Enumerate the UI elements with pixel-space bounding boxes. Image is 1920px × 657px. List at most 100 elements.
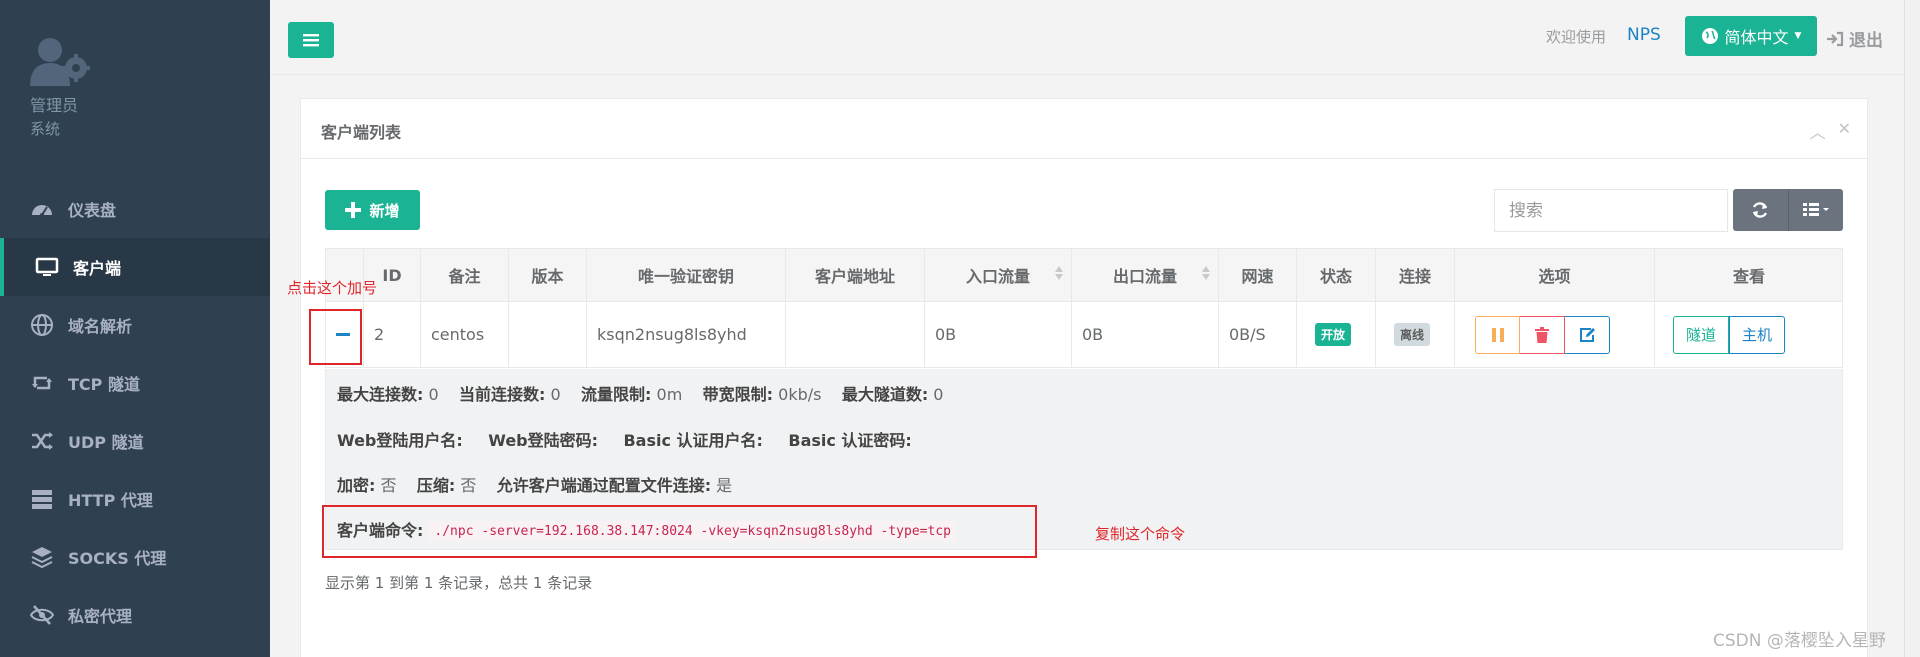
sidebar-item-domain[interactable]: 域名解析 <box>0 296 270 354</box>
pause-icon <box>1491 327 1504 342</box>
sidebar-item-label: 仪表盘 <box>68 201 117 220</box>
view-host-button[interactable]: 主机 <box>1729 315 1786 354</box>
col-status: 状态 <box>1297 249 1376 301</box>
panel-tools: ︿ ✕ <box>1810 119 1851 143</box>
annotation-box-command <box>322 505 1037 558</box>
add-client-label: 新增 <box>369 201 400 220</box>
cell-in-flow: 0B <box>925 302 1072 367</box>
globe-icon <box>31 314 53 336</box>
status-badge: 开放 <box>1315 323 1352 346</box>
detail-value: 否 <box>375 476 397 495</box>
table-row: 2 centos ksqn2nsug8ls8yhd 0B 0B 0B/S 开放 … <box>325 302 1843 368</box>
watermark: CSDN @落樱坠入星野 <box>1713 631 1886 651</box>
sidebar-item-dashboard[interactable]: 仪表盘 <box>0 180 270 238</box>
logout-link[interactable]: 退出 <box>1826 26 1883 51</box>
detail-auth: Web登陆用户名: Web登陆密码: Basic 认证用户名: Basic 认证… <box>337 427 912 451</box>
detail-label: 最大连接数: <box>337 385 424 404</box>
search-input[interactable] <box>1494 189 1728 232</box>
col-remark: 备注 <box>421 249 509 301</box>
detail-value: 0kb/s <box>773 385 822 404</box>
col-in-flow[interactable]: 入口流量 <box>925 249 1072 301</box>
col-out-flow-label: 出口流量 <box>1112 267 1177 286</box>
refresh-button[interactable] <box>1733 189 1788 231</box>
detail-label: 流量限制: <box>581 385 652 404</box>
cell-view: 隧道 主机 <box>1655 302 1843 367</box>
sidebar-item-socks[interactable]: SOCKS 代理 <box>0 528 270 586</box>
cell-connection: 离线 <box>1376 302 1455 367</box>
annotation-plus-hint: 点击这个加号 <box>287 279 378 297</box>
detail-value: 0 <box>423 385 439 404</box>
layers-icon <box>31 547 53 569</box>
cell-version <box>509 302 587 367</box>
refresh-icon <box>1753 202 1768 218</box>
globe-icon <box>1701 28 1718 44</box>
page-scrollbar[interactable] <box>1904 0 1920 657</box>
option-buttons <box>1475 315 1610 354</box>
logout-label: 退出 <box>1849 31 1883 51</box>
cell-status: 开放 <box>1297 302 1376 367</box>
detail-label: 当前连接数: <box>459 385 546 404</box>
delete-button[interactable] <box>1520 315 1565 354</box>
eye-slash-icon <box>30 605 54 625</box>
col-view: 查看 <box>1732 267 1765 286</box>
edit-icon <box>1579 327 1595 342</box>
sign-out-icon <box>1827 31 1844 46</box>
detail-label: Web登陆密码: <box>488 431 599 450</box>
detail-label: Basic 认证用户名: <box>623 431 763 450</box>
user-gear-icon <box>30 38 90 86</box>
sidebar-item-tcp[interactable]: TCP 隧道 <box>0 354 270 412</box>
col-out-flow[interactable]: 出口流量 <box>1072 249 1219 301</box>
detail-value: 0 <box>545 385 561 404</box>
panel-title: 客户端列表 <box>321 123 402 142</box>
plus-icon <box>345 202 362 218</box>
sidebar-item-secret[interactable]: 私密代理 <box>0 586 270 644</box>
menu-toggle-button[interactable] <box>288 22 334 58</box>
edit-button[interactable] <box>1565 315 1610 354</box>
brand-link[interactable]: NPS <box>1627 25 1661 45</box>
pause-button[interactable] <box>1475 315 1520 354</box>
close-icon[interactable]: ✕ <box>1838 119 1851 143</box>
col-options: 选项 <box>1455 249 1655 301</box>
detail-label: 带宽限制: <box>702 385 774 404</box>
language-label: 简体中文 <box>1724 28 1789 47</box>
detail-value: 0 <box>928 385 944 404</box>
server-icon <box>32 490 52 509</box>
sidebar-item-label: UDP 隧道 <box>68 433 144 452</box>
detail-label: 加密: <box>337 476 376 495</box>
top-navbar: 欢迎使用 NPS 简体中文 ▼ 退出 <box>270 0 1920 75</box>
caret-down-icon: ▼ <box>1794 31 1802 41</box>
detail-label: 允许客户端通过配置文件连接: <box>496 476 712 495</box>
detail-flags: 加密: 否 压缩: 否 允许客户端通过配置文件连接: 是 <box>337 472 732 496</box>
detail-limits: 最大连接数: 0 当前连接数: 0 流量限制: 0m 带宽限制: 0kb/s 最… <box>337 381 943 405</box>
panel-header: 客户端列表 ︿ ✕ <box>301 99 1867 159</box>
view-tunnel-button[interactable]: 隧道 <box>1673 315 1730 354</box>
columns-toggle-button[interactable] <box>1787 189 1844 231</box>
detail-label: Web登陆用户名: <box>337 431 463 450</box>
view-buttons: 隧道 主机 <box>1673 315 1786 354</box>
collapse-icon[interactable]: ︿ <box>1810 119 1826 143</box>
detail-value: 0m <box>651 385 683 404</box>
sidebar-item-udp[interactable]: UDP 隧道 <box>0 412 270 470</box>
pagination-info: 显示第 1 到第 1 条记录，总共 1 条记录 <box>325 574 593 592</box>
avatar[interactable] <box>30 36 94 88</box>
cell-address <box>786 302 925 367</box>
col-connection: 连接 <box>1376 249 1455 301</box>
sidebar-item-label: TCP 隧道 <box>68 375 140 394</box>
language-dropdown[interactable]: 简体中文 ▼ <box>1685 16 1817 56</box>
detail-value: 是 <box>711 476 733 495</box>
col-address: 客户端地址 <box>786 249 925 301</box>
cell-vkey: ksqn2nsug8ls8yhd <box>587 302 786 367</box>
sidebar-item-label: SOCKS 代理 <box>68 549 167 568</box>
sidebar-item-http[interactable]: HTTP 代理 <box>0 470 270 528</box>
sort-icon <box>1055 266 1063 280</box>
sidebar: 管理员 系统 仪表盘 客户端 域名解析 TCP 隧道 UDP 隧道 HTTP 代… <box>0 0 270 657</box>
sidebar-item-clients[interactable]: 客户端 <box>0 238 270 296</box>
table-toolbar <box>1733 189 1843 231</box>
sidebar-item-label: HTTP 代理 <box>68 491 153 510</box>
add-client-button[interactable]: 新增 <box>325 190 420 230</box>
sidebar-item-label: 域名解析 <box>68 317 133 336</box>
sort-icon <box>1202 266 1210 280</box>
detail-label: 压缩: <box>416 476 456 495</box>
cell-out-flow: 0B <box>1072 302 1219 367</box>
hamburger-icon <box>303 34 319 47</box>
